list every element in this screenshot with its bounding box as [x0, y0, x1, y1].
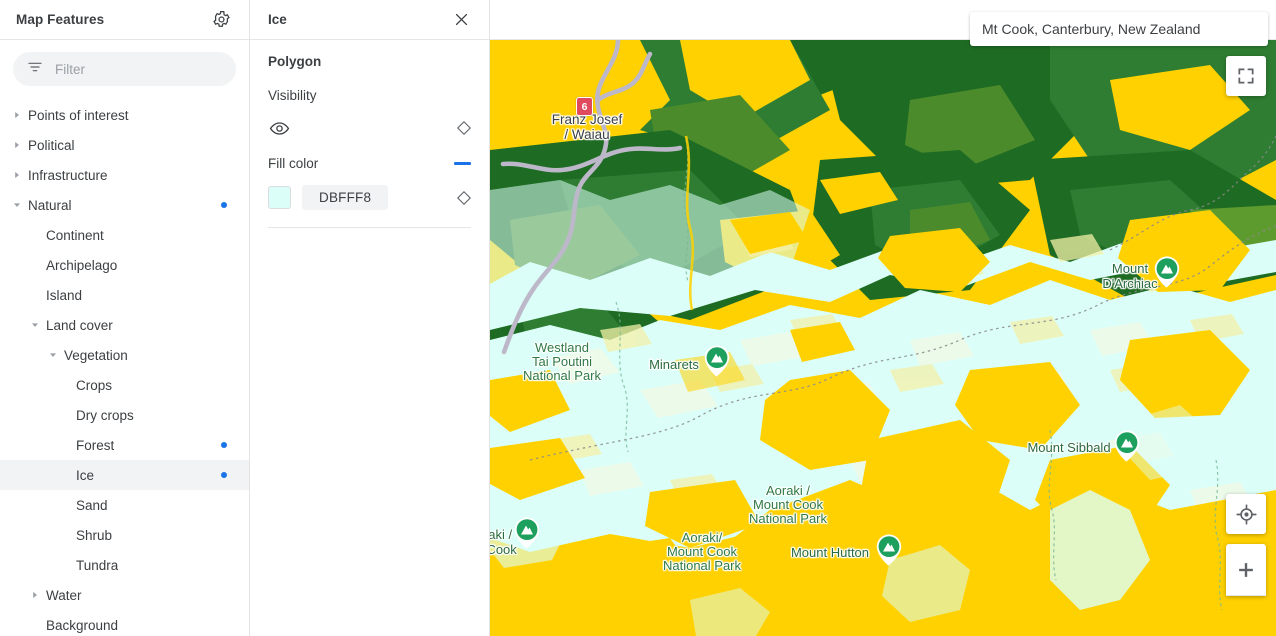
map-search-value: Mt Cook, Canterbury, New Zealand	[982, 21, 1201, 37]
gear-icon[interactable]	[209, 8, 233, 32]
fill-color-control-row: DBFFF8	[268, 185, 472, 210]
zoom-in-button[interactable]	[1226, 544, 1266, 596]
filter-container	[0, 40, 249, 96]
fill-color-label-row: Fill color	[268, 156, 471, 171]
tree-item-label: Tundra	[76, 557, 119, 573]
map-vector-layer	[490, 40, 1276, 636]
fill-color-label: Fill color	[268, 156, 319, 171]
my-location-button[interactable]	[1226, 494, 1266, 534]
filter-input[interactable]	[53, 60, 222, 78]
tree-item-sand[interactable]: Sand	[0, 490, 249, 520]
customized-indicator-dot	[221, 202, 227, 208]
hex-value-field[interactable]: DBFFF8	[302, 185, 389, 210]
tree-item-label: Shrub	[76, 527, 113, 543]
map-canvas[interactable]: Mount D'Archiac Minarets Mount Sibbald Mount…	[490, 40, 1276, 636]
tree-item-label: Island	[46, 287, 83, 303]
tree-item-label: Infrastructure	[28, 167, 108, 183]
chevron-right-icon[interactable]	[10, 108, 24, 122]
tree-item-label: Archipelago	[46, 257, 118, 273]
visibility-label-row: Visibility	[268, 88, 471, 103]
fill-color-reset-diamond-icon[interactable]	[456, 190, 472, 205]
filter-icon	[27, 59, 43, 80]
tree-item-continent[interactable]: Continent	[0, 220, 249, 250]
tree-item-label: Political	[28, 137, 75, 153]
chevron-right-icon[interactable]	[10, 168, 24, 182]
tree-item-water[interactable]: Water	[0, 580, 249, 610]
tree-item-label: Vegetation	[64, 347, 128, 363]
tree-item-label: Points of interest	[28, 107, 129, 123]
properties-title: Ice	[268, 12, 287, 27]
filter-box[interactable]	[13, 52, 236, 86]
properties-header: Ice	[250, 0, 489, 40]
chevron-down-icon[interactable]	[28, 318, 42, 332]
tree-item-label: Water	[46, 587, 82, 603]
visibility-label: Visibility	[268, 88, 317, 103]
properties-body: Polygon Visibility Fill color DBFFF8	[250, 40, 489, 228]
tree-item-label: Continent	[46, 227, 104, 243]
tree-item-background[interactable]: Background	[0, 610, 249, 636]
chevron-right-icon[interactable]	[10, 138, 24, 152]
tree-item-forest[interactable]: Forest	[0, 430, 249, 460]
tree-item-label: Forest	[76, 437, 115, 453]
close-icon[interactable]	[449, 8, 473, 32]
chevron-down-icon[interactable]	[10, 198, 24, 212]
highway-shield-icon: 6	[576, 97, 593, 116]
chevron-down-icon[interactable]	[46, 348, 60, 362]
sidebar-header: Map Features	[0, 0, 249, 40]
tree-item-dry-crops[interactable]: Dry crops	[0, 400, 249, 430]
tree-item-land-cover[interactable]: Land cover	[0, 310, 249, 340]
tree-item-ice[interactable]: Ice	[0, 460, 249, 490]
chevron-right-icon[interactable]	[28, 588, 42, 602]
tree-item-natural[interactable]: Natural	[0, 190, 249, 220]
map-container: zoom: 11 lat: -43.503 lng: 170.306	[490, 0, 1276, 636]
fill-color-modified-indicator[interactable]	[454, 162, 471, 165]
customized-indicator-dot	[221, 472, 227, 478]
tree-item-label: Crops	[76, 377, 113, 393]
properties-divider	[268, 227, 471, 228]
tree-item-tundra[interactable]: Tundra	[0, 550, 249, 580]
geometry-section-title: Polygon	[268, 54, 322, 69]
fill-color-picker[interactable]: DBFFF8	[268, 185, 389, 210]
color-swatch[interactable]	[268, 186, 291, 209]
tree-item-infrastructure[interactable]: Infrastructure	[0, 160, 249, 190]
feature-properties-panel: Ice Polygon Visibility Fill color DBFFF8	[250, 0, 490, 636]
map-search-box[interactable]: Mt Cook, Canterbury, New Zealand	[970, 12, 1268, 46]
sidebar-title: Map Features	[16, 12, 105, 27]
map-features-sidebar: Map Features Points of	[0, 0, 250, 636]
tree-item-label: Ice	[76, 467, 95, 483]
map-style-editor: Map Features Points of	[0, 0, 1276, 636]
tree-item-label: Sand	[76, 497, 108, 513]
eye-icon[interactable]	[268, 117, 290, 139]
feature-tree: Points of interest Political Infrastructur…	[0, 96, 249, 636]
tree-item-shrub[interactable]: Shrub	[0, 520, 249, 550]
tree-item-label: Dry crops	[76, 407, 134, 423]
tree-item-archipelago[interactable]: Archipelago	[0, 250, 249, 280]
visibility-control-row	[268, 117, 472, 139]
tree-item-island[interactable]: Island	[0, 280, 249, 310]
tree-item-label: Land cover	[46, 317, 113, 333]
tree-item-label: Natural	[28, 197, 72, 213]
tree-item-crops[interactable]: Crops	[0, 370, 249, 400]
visibility-reset-diamond-icon[interactable]	[456, 120, 472, 136]
tree-item-political[interactable]: Political	[0, 130, 249, 160]
fullscreen-button[interactable]	[1226, 56, 1266, 96]
customized-indicator-dot	[221, 442, 227, 448]
tree-item-label: Background	[46, 617, 119, 633]
tree-item-points-of-interest[interactable]: Points of interest	[0, 100, 249, 130]
tree-item-vegetation[interactable]: Vegetation	[0, 340, 249, 370]
